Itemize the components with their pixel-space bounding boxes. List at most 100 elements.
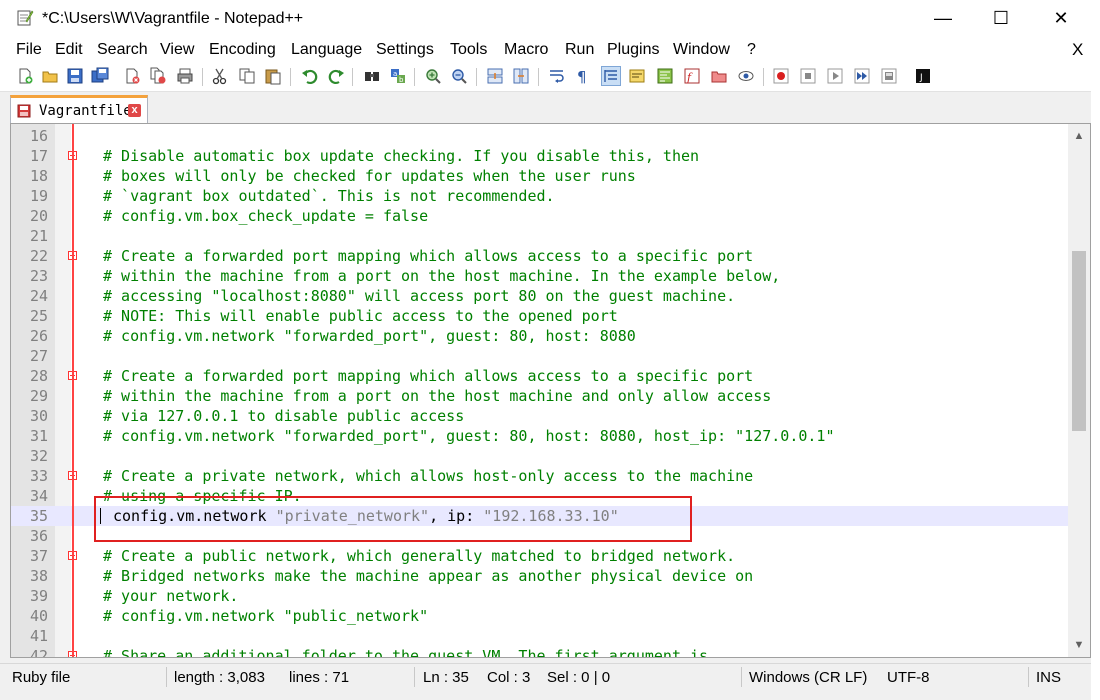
code-line[interactable]: 23 # within the machine from a port on th… bbox=[11, 266, 1090, 286]
code-line[interactable]: 19 # `vagrant box outdated`. This is not … bbox=[11, 186, 1090, 206]
code-line[interactable]: 31 # config.vm.network "forwarded_port", … bbox=[11, 426, 1090, 446]
scroll-thumb[interactable] bbox=[1072, 251, 1086, 431]
play-macro-icon[interactable] bbox=[825, 66, 845, 86]
code-line[interactable]: 26 # config.vm.network "forwarded_port", … bbox=[11, 326, 1090, 346]
code-line[interactable]: 30 # via 127.0.0.1 to disable public acce… bbox=[11, 406, 1090, 426]
sync-horizontal-icon[interactable] bbox=[511, 66, 531, 86]
code-line[interactable]: 28 # Create a forwarded port mapping whic… bbox=[11, 366, 1090, 386]
menu-plugins[interactable]: Plugins bbox=[607, 41, 659, 59]
sync-vertical-icon[interactable] bbox=[485, 66, 505, 86]
save-macro-icon[interactable] bbox=[879, 66, 899, 86]
code-line[interactable]: 32 bbox=[11, 446, 1090, 466]
record-macro-icon[interactable] bbox=[771, 66, 791, 86]
tab-close-button[interactable]: x bbox=[128, 104, 141, 117]
line-number: 25 bbox=[29, 307, 48, 325]
code-comment-text: # your network. bbox=[103, 587, 239, 605]
code-line[interactable]: 36 bbox=[11, 526, 1090, 546]
line-number: 31 bbox=[29, 427, 48, 445]
new-file-icon[interactable] bbox=[15, 66, 35, 86]
status-separator bbox=[166, 667, 167, 687]
menu-tools[interactable]: Tools bbox=[450, 41, 487, 59]
print-icon[interactable] bbox=[175, 66, 195, 86]
zoom-in-icon[interactable] bbox=[423, 66, 443, 86]
vertical-scrollbar[interactable]: ▲ ▼ bbox=[1068, 124, 1090, 657]
maximize-button[interactable]: ☐ bbox=[978, 0, 1024, 37]
zoom-out-icon[interactable] bbox=[449, 66, 469, 86]
line-number: 41 bbox=[29, 627, 48, 645]
cut-icon[interactable] bbox=[210, 66, 230, 86]
code-text: config.vm.network "private_network", ip:… bbox=[113, 506, 619, 526]
replace-icon[interactable]: ab bbox=[388, 66, 408, 86]
word-wrap-icon[interactable] bbox=[547, 66, 567, 86]
menu-language[interactable]: Language bbox=[291, 41, 362, 59]
code-editor[interactable]: 16 17 # Disable automatic box update check… bbox=[10, 123, 1091, 658]
close-window-button[interactable]: ✕ bbox=[1038, 0, 1084, 37]
play-multiple-icon[interactable] bbox=[852, 66, 872, 86]
code-line[interactable]: 40 # config.vm.network "public_network" bbox=[11, 606, 1090, 626]
user-lang-icon[interactable] bbox=[627, 66, 647, 86]
menu-macro[interactable]: Macro bbox=[504, 41, 548, 59]
close-document-button[interactable]: X bbox=[1072, 40, 1083, 60]
code-line[interactable]: 20 # config.vm.box_check_update = false bbox=[11, 206, 1090, 226]
code-line[interactable]: 38 # Bridged networks make the machine ap… bbox=[11, 566, 1090, 586]
code-identifier: , ip: bbox=[429, 507, 484, 525]
paste-icon[interactable] bbox=[263, 66, 283, 86]
code-line[interactable]: 27 bbox=[11, 346, 1090, 366]
code-line[interactable]: 16 bbox=[11, 126, 1090, 146]
svg-text:J: J bbox=[919, 73, 923, 83]
doc-map-icon[interactable] bbox=[655, 66, 675, 86]
monitor-icon[interactable] bbox=[736, 66, 756, 86]
stop-record-icon[interactable] bbox=[798, 66, 818, 86]
code-line[interactable]: 37 # Create a public network, which gener… bbox=[11, 546, 1090, 566]
plugin-j-icon[interactable]: J bbox=[913, 66, 933, 86]
menu-view[interactable]: View bbox=[160, 41, 194, 59]
menu-search[interactable]: Search bbox=[97, 41, 148, 59]
save-icon[interactable] bbox=[65, 66, 85, 86]
menu-help[interactable]: ? bbox=[747, 41, 756, 59]
code-line[interactable]: 41 bbox=[11, 626, 1090, 646]
code-line[interactable]: 17 # Disable automatic box update checkin… bbox=[11, 146, 1090, 166]
show-all-chars-icon[interactable]: ¶ bbox=[573, 66, 593, 86]
copy-icon[interactable] bbox=[237, 66, 257, 86]
menu-encoding[interactable]: Encoding bbox=[209, 41, 276, 59]
menu-settings[interactable]: Settings bbox=[376, 41, 434, 59]
undo-icon[interactable] bbox=[300, 66, 320, 86]
indent-guide-icon[interactable] bbox=[601, 66, 621, 86]
code-line[interactable]: 18 # boxes will only be checked for updat… bbox=[11, 166, 1090, 186]
function-list-icon[interactable]: f bbox=[682, 66, 702, 86]
close-icon[interactable] bbox=[122, 66, 142, 86]
code-comment-text: # NOTE: This will enable public access t… bbox=[103, 307, 618, 325]
code-line[interactable]: 25 # NOTE: This will enable public access… bbox=[11, 306, 1090, 326]
open-file-icon[interactable] bbox=[40, 66, 60, 86]
menu-file[interactable]: File bbox=[16, 41, 42, 59]
scroll-up-arrow-icon[interactable]: ▲ bbox=[1068, 126, 1090, 146]
code-comment-text: # config.vm.network "forwarded_port", gu… bbox=[103, 427, 835, 445]
redo-icon[interactable] bbox=[326, 66, 346, 86]
code-line[interactable]: 34 # using a specific IP. bbox=[11, 486, 1090, 506]
code-line[interactable]: 39 # your network. bbox=[11, 586, 1090, 606]
close-all-icon[interactable] bbox=[148, 66, 168, 86]
scroll-down-arrow-icon[interactable]: ▼ bbox=[1068, 635, 1090, 655]
code-line[interactable]: 42 # Share an additional folder to the gu… bbox=[11, 646, 1090, 657]
minimize-button[interactable]: — bbox=[920, 0, 966, 37]
code-comment-text: # within the machine from a port on the … bbox=[103, 387, 772, 405]
current-line[interactable]: 35 config.vm.network "private_network", i… bbox=[11, 506, 1090, 526]
notepadpp-window: *C:\Users\W\Vagrantfile - Notepad++ — ☐ … bbox=[0, 0, 1091, 700]
menu-run[interactable]: Run bbox=[565, 41, 594, 59]
save-all-icon[interactable] bbox=[90, 66, 110, 86]
toolbar-separator bbox=[476, 68, 477, 86]
code-line[interactable]: 29 # within the machine from a port on th… bbox=[11, 386, 1090, 406]
tab-vagrantfile[interactable]: Vagrantfile x bbox=[10, 95, 148, 123]
title-bar: *C:\Users\W\Vagrantfile - Notepad++ — ☐ … bbox=[0, 0, 1091, 37]
find-icon[interactable] bbox=[362, 66, 382, 86]
line-number: 32 bbox=[29, 447, 48, 465]
code-line[interactable]: 24 # accessing "localhost:8080" will acce… bbox=[11, 286, 1090, 306]
folder-workspace-icon[interactable] bbox=[709, 66, 729, 86]
code-line[interactable]: 21 bbox=[11, 226, 1090, 246]
code-line[interactable]: 33 # Create a private network, which allo… bbox=[11, 466, 1090, 486]
code-comment-text: # Bridged networks make the machine appe… bbox=[103, 567, 754, 585]
menu-edit[interactable]: Edit bbox=[55, 41, 83, 59]
code-line[interactable]: 22 # Create a forwarded port mapping whic… bbox=[11, 246, 1090, 266]
menu-window[interactable]: Window bbox=[673, 41, 730, 59]
text-caret bbox=[100, 508, 101, 524]
